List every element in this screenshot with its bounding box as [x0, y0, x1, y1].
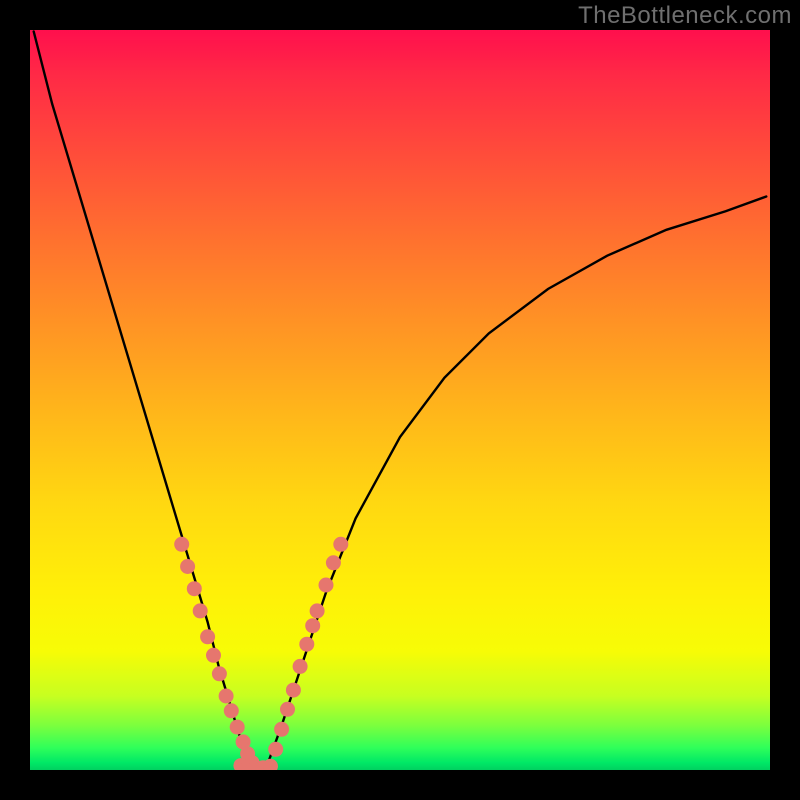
data-point — [212, 666, 227, 681]
watermark-text: TheBottleneck.com — [578, 2, 792, 30]
data-point — [224, 703, 239, 718]
data-point — [274, 722, 289, 737]
data-point — [333, 537, 348, 552]
data-point — [200, 629, 215, 644]
data-point — [280, 702, 295, 717]
plot-area — [30, 30, 770, 770]
data-point — [326, 555, 341, 570]
data-point — [180, 559, 195, 574]
data-point — [268, 742, 283, 757]
data-point — [299, 637, 314, 652]
data-point — [219, 689, 234, 704]
data-point — [193, 603, 208, 618]
chart-svg — [30, 30, 770, 770]
scatter-dots — [174, 537, 348, 770]
outer-frame: TheBottleneck.com — [0, 0, 800, 800]
data-point — [230, 720, 245, 735]
data-point — [286, 683, 301, 698]
data-point — [305, 618, 320, 633]
data-point — [174, 537, 189, 552]
data-point — [319, 578, 334, 593]
data-point — [206, 648, 221, 663]
data-point — [310, 603, 325, 618]
data-point — [293, 659, 308, 674]
data-point — [263, 759, 278, 770]
right-curve — [267, 197, 767, 767]
data-point — [187, 581, 202, 596]
